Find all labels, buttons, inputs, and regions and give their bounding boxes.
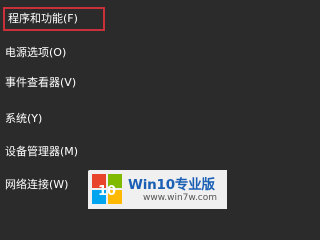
logo-text: 10 [98,184,116,199]
menu-item-power-options[interactable]: 电源选项(O) [5,42,66,64]
menu-item-network-connections[interactable]: 网络连接(W) [5,174,68,196]
menu-item-device-manager[interactable]: 设备管理器(M) [5,141,78,163]
watermark-title: Win10专业版 [128,177,215,193]
menu-item-label: 电源选项(O) [5,46,67,59]
menu-item-label: 程序和功能(F) [8,12,78,25]
menu-item-label: 系统(Y) [5,112,43,125]
watermark-badge: 10 Win10专业版 www.win7w.com [88,170,227,209]
windows-logo-icon: 10 [92,174,122,204]
menu-item-label: 网络连接(W) [5,178,69,191]
menu-item-programs-and-features[interactable]: 程序和功能(F) [3,7,105,31]
menu-item-event-viewer[interactable]: 事件查看器(V) [5,72,76,94]
menu-item-label: 设备管理器(M) [5,145,79,158]
menu-item-label: 事件查看器(V) [5,76,77,89]
menu-item-system[interactable]: 系统(Y) [5,108,42,130]
watermark-url: www.win7w.com [143,193,218,203]
